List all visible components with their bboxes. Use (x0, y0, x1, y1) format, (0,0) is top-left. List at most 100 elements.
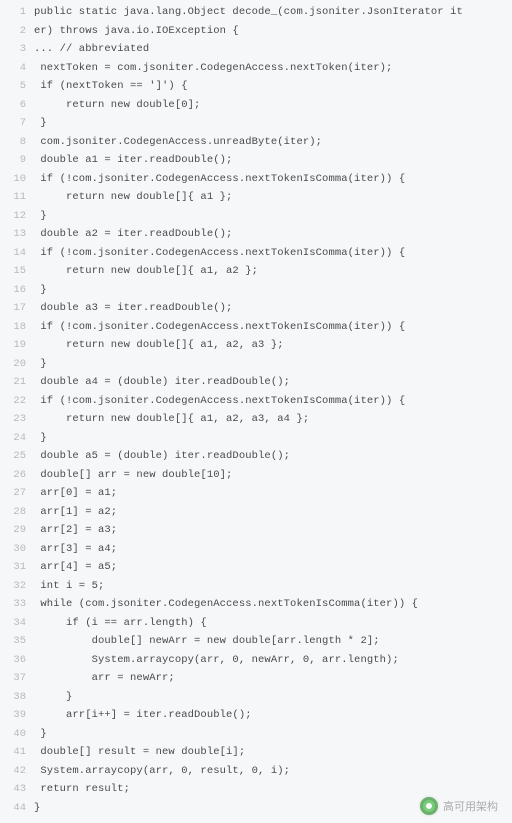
line-number: 23 (0, 410, 34, 429)
line-number: 38 (0, 688, 34, 707)
code-line: 4 nextToken = com.jsoniter.CodegenAccess… (0, 59, 512, 78)
code-line: 33 while (com.jsoniter.CodegenAccess.nex… (0, 595, 512, 614)
code-text: } (34, 725, 512, 744)
code-line: 26 double[] arr = new double[10]; (0, 466, 512, 485)
line-number: 34 (0, 614, 34, 633)
line-number: 43 (0, 780, 34, 799)
code-text: if (!com.jsoniter.CodegenAccess.nextToke… (34, 392, 512, 411)
code-line: 40 } (0, 725, 512, 744)
code-text: int i = 5; (34, 577, 512, 596)
line-number: 13 (0, 225, 34, 244)
code-line: 32 int i = 5; (0, 577, 512, 596)
line-number: 27 (0, 484, 34, 503)
code-line: 15 return new double[]{ a1, a2 }; (0, 262, 512, 281)
code-line: 22 if (!com.jsoniter.CodegenAccess.nextT… (0, 392, 512, 411)
line-number: 42 (0, 762, 34, 781)
code-text: arr[4] = a5; (34, 558, 512, 577)
code-line: 27 arr[0] = a1; (0, 484, 512, 503)
line-number: 22 (0, 392, 34, 411)
code-line: 41 double[] result = new double[i]; (0, 743, 512, 762)
code-line: 28 arr[1] = a2; (0, 503, 512, 522)
code-line: 8 com.jsoniter.CodegenAccess.unreadByte(… (0, 133, 512, 152)
code-line: 12 } (0, 207, 512, 226)
code-text: System.arraycopy(arr, 0, newArr, 0, arr.… (34, 651, 512, 670)
line-number: 35 (0, 632, 34, 651)
code-line: 35 double[] newArr = new double[arr.leng… (0, 632, 512, 651)
code-text: double[] newArr = new double[arr.length … (34, 632, 512, 651)
code-block: 1public static java.lang.Object decode_(… (0, 0, 512, 823)
line-number: 4 (0, 59, 34, 78)
line-number: 36 (0, 651, 34, 670)
code-text: } (34, 429, 512, 448)
line-number: 11 (0, 188, 34, 207)
code-line: 23 return new double[]{ a1, a2, a3, a4 }… (0, 410, 512, 429)
code-line: 5 if (nextToken == ']') { (0, 77, 512, 96)
line-number: 3 (0, 40, 34, 59)
code-text: } (34, 281, 512, 300)
line-number: 26 (0, 466, 34, 485)
line-number: 19 (0, 336, 34, 355)
line-number: 7 (0, 114, 34, 133)
line-number: 32 (0, 577, 34, 596)
code-text: double a3 = iter.readDouble(); (34, 299, 512, 318)
code-line: 21 double a4 = (double) iter.readDouble(… (0, 373, 512, 392)
line-number: 44 (0, 799, 34, 818)
code-text: double a1 = iter.readDouble(); (34, 151, 512, 170)
code-text: double a2 = iter.readDouble(); (34, 225, 512, 244)
code-text: if (!com.jsoniter.CodegenAccess.nextToke… (34, 244, 512, 263)
line-number: 16 (0, 281, 34, 300)
code-text: double[] arr = new double[10]; (34, 466, 512, 485)
code-text: } (34, 688, 512, 707)
code-line: 34 if (i == arr.length) { (0, 614, 512, 633)
code-line: 31 arr[4] = a5; (0, 558, 512, 577)
code-line: 17 double a3 = iter.readDouble(); (0, 299, 512, 318)
code-text: double a4 = (double) iter.readDouble(); (34, 373, 512, 392)
code-text: while (com.jsoniter.CodegenAccess.nextTo… (34, 595, 512, 614)
code-line: 37 arr = newArr; (0, 669, 512, 688)
line-number: 39 (0, 706, 34, 725)
code-line: 29 arr[2] = a3; (0, 521, 512, 540)
code-text: } (34, 799, 512, 818)
line-number: 29 (0, 521, 34, 540)
line-number: 37 (0, 669, 34, 688)
code-text: arr[i++] = iter.readDouble(); (34, 706, 512, 725)
code-line: 24 } (0, 429, 512, 448)
line-number: 21 (0, 373, 34, 392)
line-number: 17 (0, 299, 34, 318)
code-line: 42 System.arraycopy(arr, 0, result, 0, i… (0, 762, 512, 781)
code-text: double a5 = (double) iter.readDouble(); (34, 447, 512, 466)
line-number: 8 (0, 133, 34, 152)
code-text: } (34, 114, 512, 133)
line-number: 30 (0, 540, 34, 559)
code-line: 18 if (!com.jsoniter.CodegenAccess.nextT… (0, 318, 512, 337)
code-text: return new double[0]; (34, 96, 512, 115)
code-text: if (nextToken == ']') { (34, 77, 512, 96)
code-line: 3... // abbreviated (0, 40, 512, 59)
line-number: 31 (0, 558, 34, 577)
code-text: } (34, 355, 512, 374)
line-number: 10 (0, 170, 34, 189)
line-number: 18 (0, 318, 34, 337)
code-text: double[] result = new double[i]; (34, 743, 512, 762)
code-text: return new double[]{ a1 }; (34, 188, 512, 207)
code-text: nextToken = com.jsoniter.CodegenAccess.n… (34, 59, 512, 78)
code-line: 11 return new double[]{ a1 }; (0, 188, 512, 207)
code-text: arr[3] = a4; (34, 540, 512, 559)
code-line: 38 } (0, 688, 512, 707)
code-text: return new double[]{ a1, a2 }; (34, 262, 512, 281)
code-text: er) throws java.io.IOException { (34, 22, 512, 41)
code-line: 20 } (0, 355, 512, 374)
code-text: public static java.lang.Object decode_(c… (34, 3, 512, 22)
code-text: arr[0] = a1; (34, 484, 512, 503)
code-line: 6 return new double[0]; (0, 96, 512, 115)
code-text: arr[2] = a3; (34, 521, 512, 540)
code-text: com.jsoniter.CodegenAccess.unreadByte(it… (34, 133, 512, 152)
line-number: 41 (0, 743, 34, 762)
code-text: return result; (34, 780, 512, 799)
code-line: 1public static java.lang.Object decode_(… (0, 3, 512, 22)
code-line: 25 double a5 = (double) iter.readDouble(… (0, 447, 512, 466)
code-text: if (i == arr.length) { (34, 614, 512, 633)
code-text: System.arraycopy(arr, 0, result, 0, i); (34, 762, 512, 781)
line-number: 6 (0, 96, 34, 115)
line-number: 15 (0, 262, 34, 281)
